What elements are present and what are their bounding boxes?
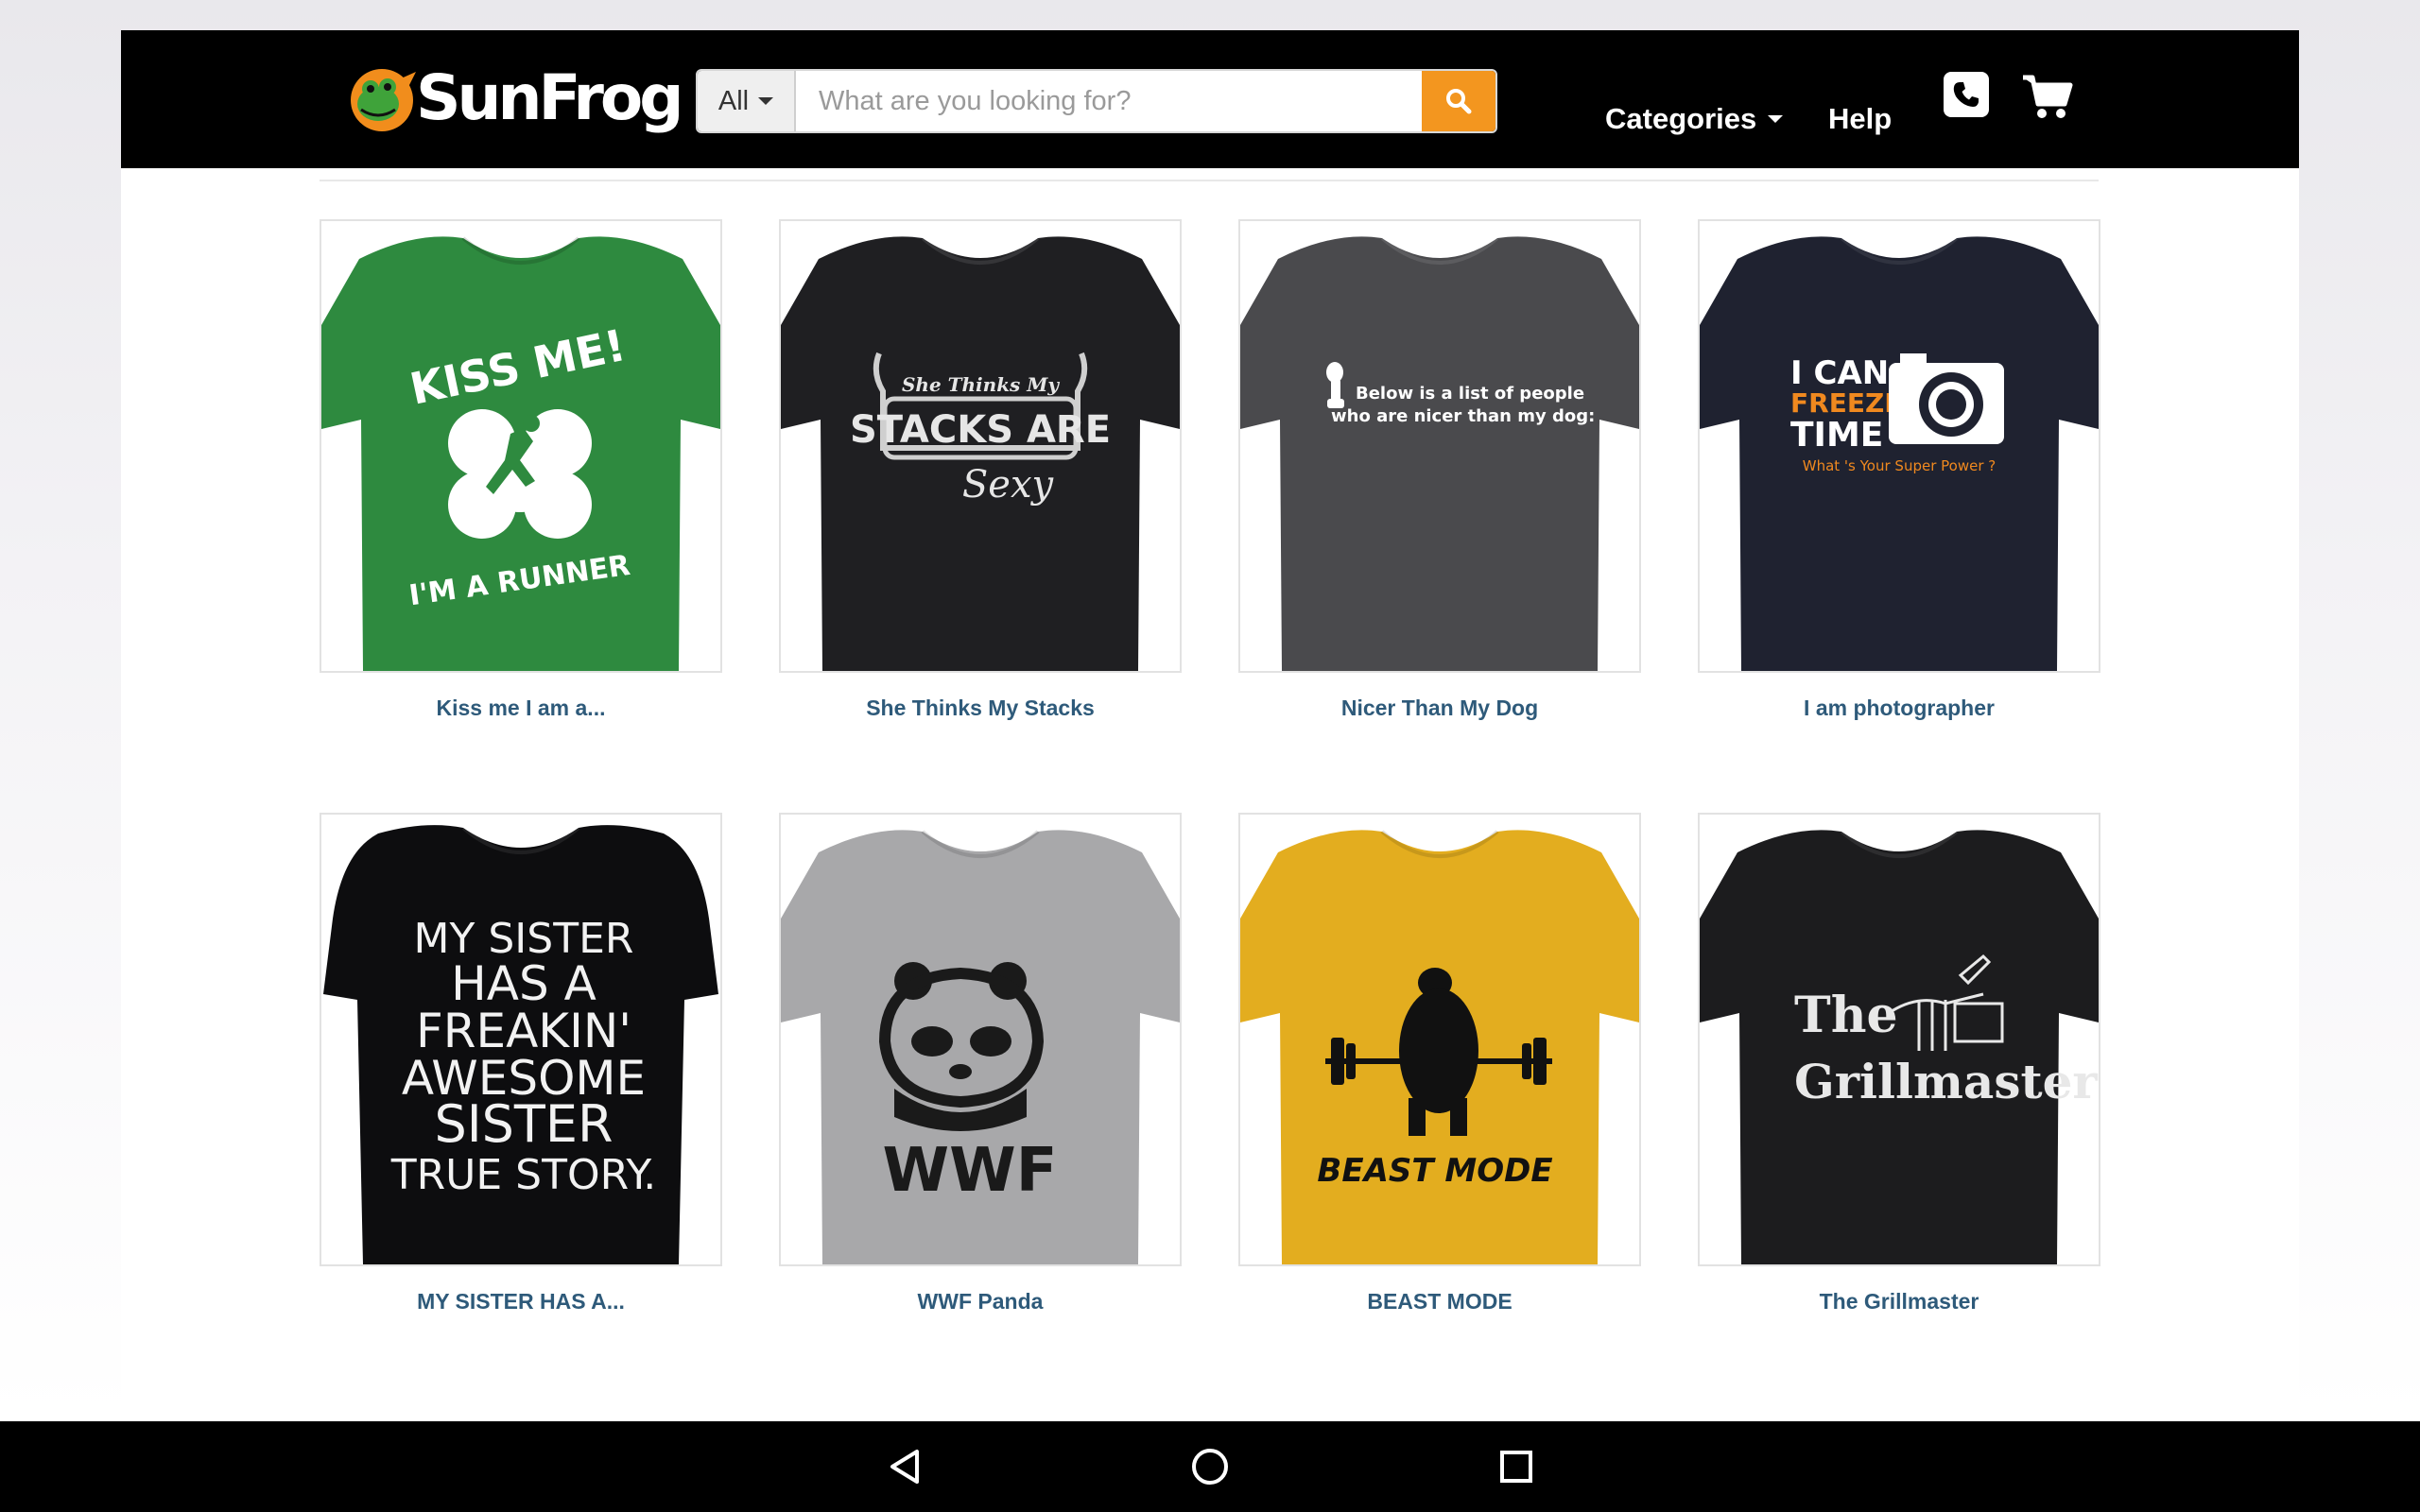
home-icon bbox=[1192, 1449, 1228, 1485]
svg-text:I CAN: I CAN bbox=[1790, 354, 1889, 392]
search-scope-label: All bbox=[717, 85, 750, 116]
product-image[interactable]: I CAN FREEZE TIME What 's Your Super Pow… bbox=[1698, 219, 2100, 673]
product-card[interactable]: MY SISTER HAS A FREAKIN' AWESOME SISTER … bbox=[320, 813, 722, 1314]
page: SunFrog All Categories Help bbox=[121, 30, 2299, 1421]
camera-icon bbox=[1889, 353, 2004, 444]
product-image[interactable]: Below is a list of people who are nicer … bbox=[1238, 219, 1641, 673]
site-header: SunFrog All Categories Help bbox=[121, 30, 2299, 168]
search-scope-dropdown[interactable]: All bbox=[698, 71, 796, 131]
phone-icon bbox=[1953, 82, 1979, 107]
product-image[interactable]: KISS ME! I'M A RUNNER bbox=[320, 219, 722, 673]
product-card[interactable]: The Grillmaster The Grillmaster bbox=[1698, 813, 2100, 1314]
svg-text:TIME: TIME bbox=[1790, 416, 1883, 455]
product-title[interactable]: I am photographer bbox=[1698, 696, 2100, 721]
svg-text:STACKS ARE: STACKS ARE bbox=[850, 408, 1111, 452]
product-title[interactable]: She Thinks My Stacks bbox=[779, 696, 1182, 721]
product-title[interactable]: The Grillmaster bbox=[1698, 1289, 2100, 1314]
logo-text: SunFrog bbox=[416, 61, 684, 134]
svg-text:Grillmaster: Grillmaster bbox=[1794, 1054, 2098, 1109]
back-button[interactable] bbox=[885, 1446, 926, 1487]
search-icon bbox=[1446, 89, 1472, 114]
product-image[interactable]: She Thinks My STACKS ARE Sexy bbox=[779, 219, 1182, 673]
cart-button[interactable] bbox=[2021, 72, 2074, 121]
system-navigation-bar bbox=[0, 1421, 2420, 1512]
home-button[interactable] bbox=[1189, 1446, 1231, 1487]
product-card[interactable]: WWF WWF Panda bbox=[779, 813, 1182, 1314]
product-image[interactable]: MY SISTER HAS A FREAKIN' AWESOME SISTER … bbox=[320, 813, 722, 1266]
recents-icon bbox=[1500, 1451, 1532, 1483]
help-link[interactable]: Help bbox=[1828, 102, 1892, 136]
header-divider bbox=[320, 180, 2099, 181]
chevron-down-icon bbox=[758, 97, 774, 105]
back-icon bbox=[890, 1450, 919, 1484]
svg-text:who are nicer than my dog:: who are nicer than my dog: bbox=[1331, 406, 1595, 426]
phone-button[interactable] bbox=[1944, 72, 1989, 117]
product-title[interactable]: Kiss me I am a... bbox=[320, 696, 722, 721]
cart-icon bbox=[2023, 75, 2073, 118]
product-image[interactable]: WWF bbox=[779, 813, 1182, 1266]
svg-text:Below is a list of people: Below is a list of people bbox=[1356, 384, 1584, 404]
frog-logo-icon bbox=[344, 62, 420, 134]
svg-text:BEAST MODE: BEAST MODE bbox=[1317, 1152, 1552, 1190]
svg-text:The: The bbox=[1794, 987, 1898, 1044]
product-image[interactable]: The Grillmaster bbox=[1698, 813, 2100, 1266]
categories-menu[interactable]: Categories bbox=[1605, 102, 1784, 136]
product-card[interactable]: KISS ME! I'M A RUNNER Kiss me I am a... bbox=[320, 219, 722, 721]
recents-button[interactable] bbox=[1495, 1446, 1537, 1487]
svg-text:What 's Your Super Power ?: What 's Your Super Power ? bbox=[1803, 457, 1996, 474]
product-title[interactable]: WWF Panda bbox=[779, 1289, 1182, 1314]
chevron-down-icon bbox=[1768, 115, 1784, 123]
product-title[interactable]: BEAST MODE bbox=[1238, 1289, 1641, 1314]
search-bar: All bbox=[696, 69, 1497, 133]
svg-text:Sexy: Sexy bbox=[962, 463, 1055, 507]
svg-text:WWF: WWF bbox=[883, 1136, 1058, 1206]
search-input[interactable] bbox=[796, 71, 1422, 131]
svg-text:She Thinks My: She Thinks My bbox=[902, 373, 1060, 396]
svg-text:SISTER: SISTER bbox=[434, 1094, 613, 1154]
site-logo[interactable]: SunFrog bbox=[344, 60, 684, 136]
product-card[interactable]: Below is a list of people who are nicer … bbox=[1238, 219, 1641, 721]
product-card[interactable]: I CAN FREEZE TIME What 's Your Super Pow… bbox=[1698, 219, 2100, 721]
product-card[interactable]: She Thinks My STACKS ARE Sexy She Thinks… bbox=[779, 219, 1182, 721]
search-button[interactable] bbox=[1422, 71, 1495, 131]
svg-text:TRUE STORY.: TRUE STORY. bbox=[390, 1151, 657, 1199]
svg-text:FREEZE: FREEZE bbox=[1790, 387, 1902, 419]
categories-label: Categories bbox=[1605, 102, 1757, 135]
product-card[interactable]: BEAST MODE BEAST MODE bbox=[1238, 813, 1641, 1314]
product-image[interactable]: BEAST MODE bbox=[1238, 813, 1641, 1266]
product-title[interactable]: MY SISTER HAS A... bbox=[320, 1289, 722, 1314]
product-title[interactable]: Nicer Than My Dog bbox=[1238, 696, 1641, 721]
